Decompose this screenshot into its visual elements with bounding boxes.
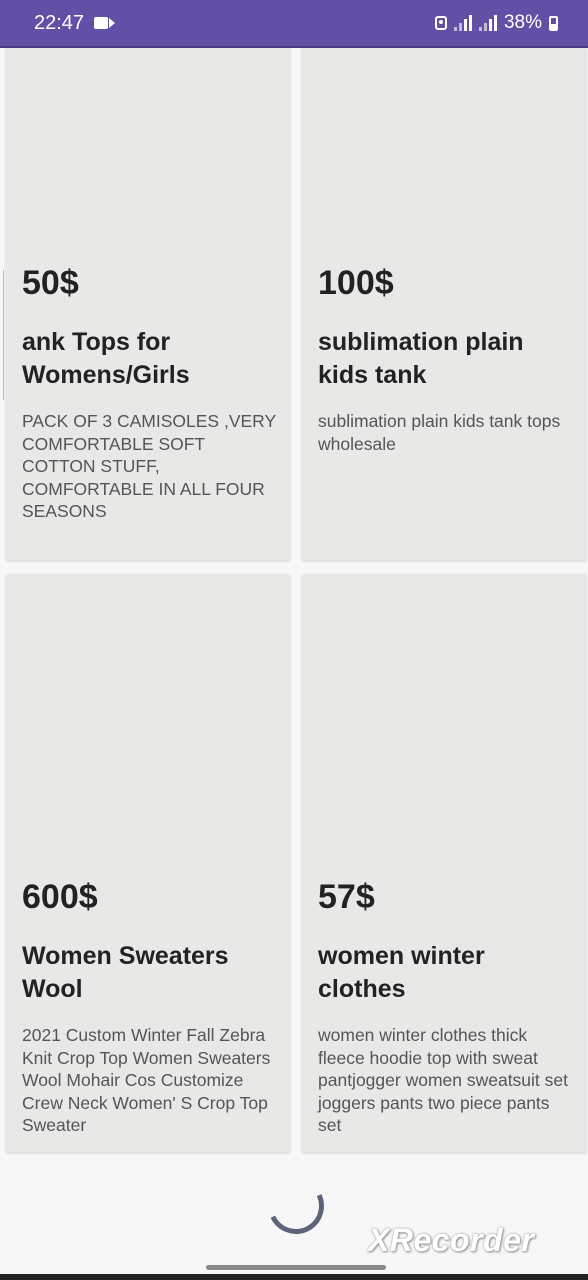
left-edge-handle [0,270,4,400]
product-title: women winter clothes [318,942,485,1003]
status-right: 38% [434,12,558,34]
product-card[interactable]: 50$ ank Tops for Womens/Girls PACK OF 3 … [6,48,290,560]
product-price: 50$ [22,264,79,302]
product-title: ank Tops for Womens/Girls [22,328,190,389]
product-description: PACK OF 3 CAMISOLES ,VERY COMFORTABLE SO… [22,411,276,521]
status-bar: 22:47 38% [0,0,588,48]
clock: 22:47 [34,11,85,34]
gesture-bar[interactable] [206,1265,386,1270]
watermark: XRecorder [368,1222,535,1258]
battery-percent: 38% [503,12,542,33]
bottom-edge [0,1274,588,1280]
product-title: sublimation plain kids tank [318,328,524,389]
signal-icon [453,15,472,31]
product-price: 57$ [318,878,375,916]
loading-spinner [260,1170,332,1242]
status-left: 22:47 [34,11,116,35]
product-price: 100$ [318,264,394,302]
product-card[interactable]: 600$ Women Sweaters Wool 2021 Custom Win… [6,574,290,1152]
product-price: 600$ [22,878,98,916]
product-card[interactable]: 57$ women winter clothes women winter cl… [302,574,586,1152]
product-description: women winter clothes thick fleece hoodie… [318,1025,568,1135]
video-record-icon [94,17,116,29]
product-card[interactable]: 100$ sublimation plain kids tank sublima… [302,48,586,560]
product-description: sublimation plain kids tank tops wholesa… [318,411,561,454]
battery-icon [549,15,558,31]
signal-icon-2 [478,15,497,31]
product-title: Women Sweaters Wool [22,942,229,1003]
screen: 22:47 38% 50$ ank Tops for Womens/Girls … [0,0,588,1280]
lock-icon [434,16,447,30]
product-description: 2021 Custom Winter Fall Zebra Knit Crop … [22,1025,271,1135]
